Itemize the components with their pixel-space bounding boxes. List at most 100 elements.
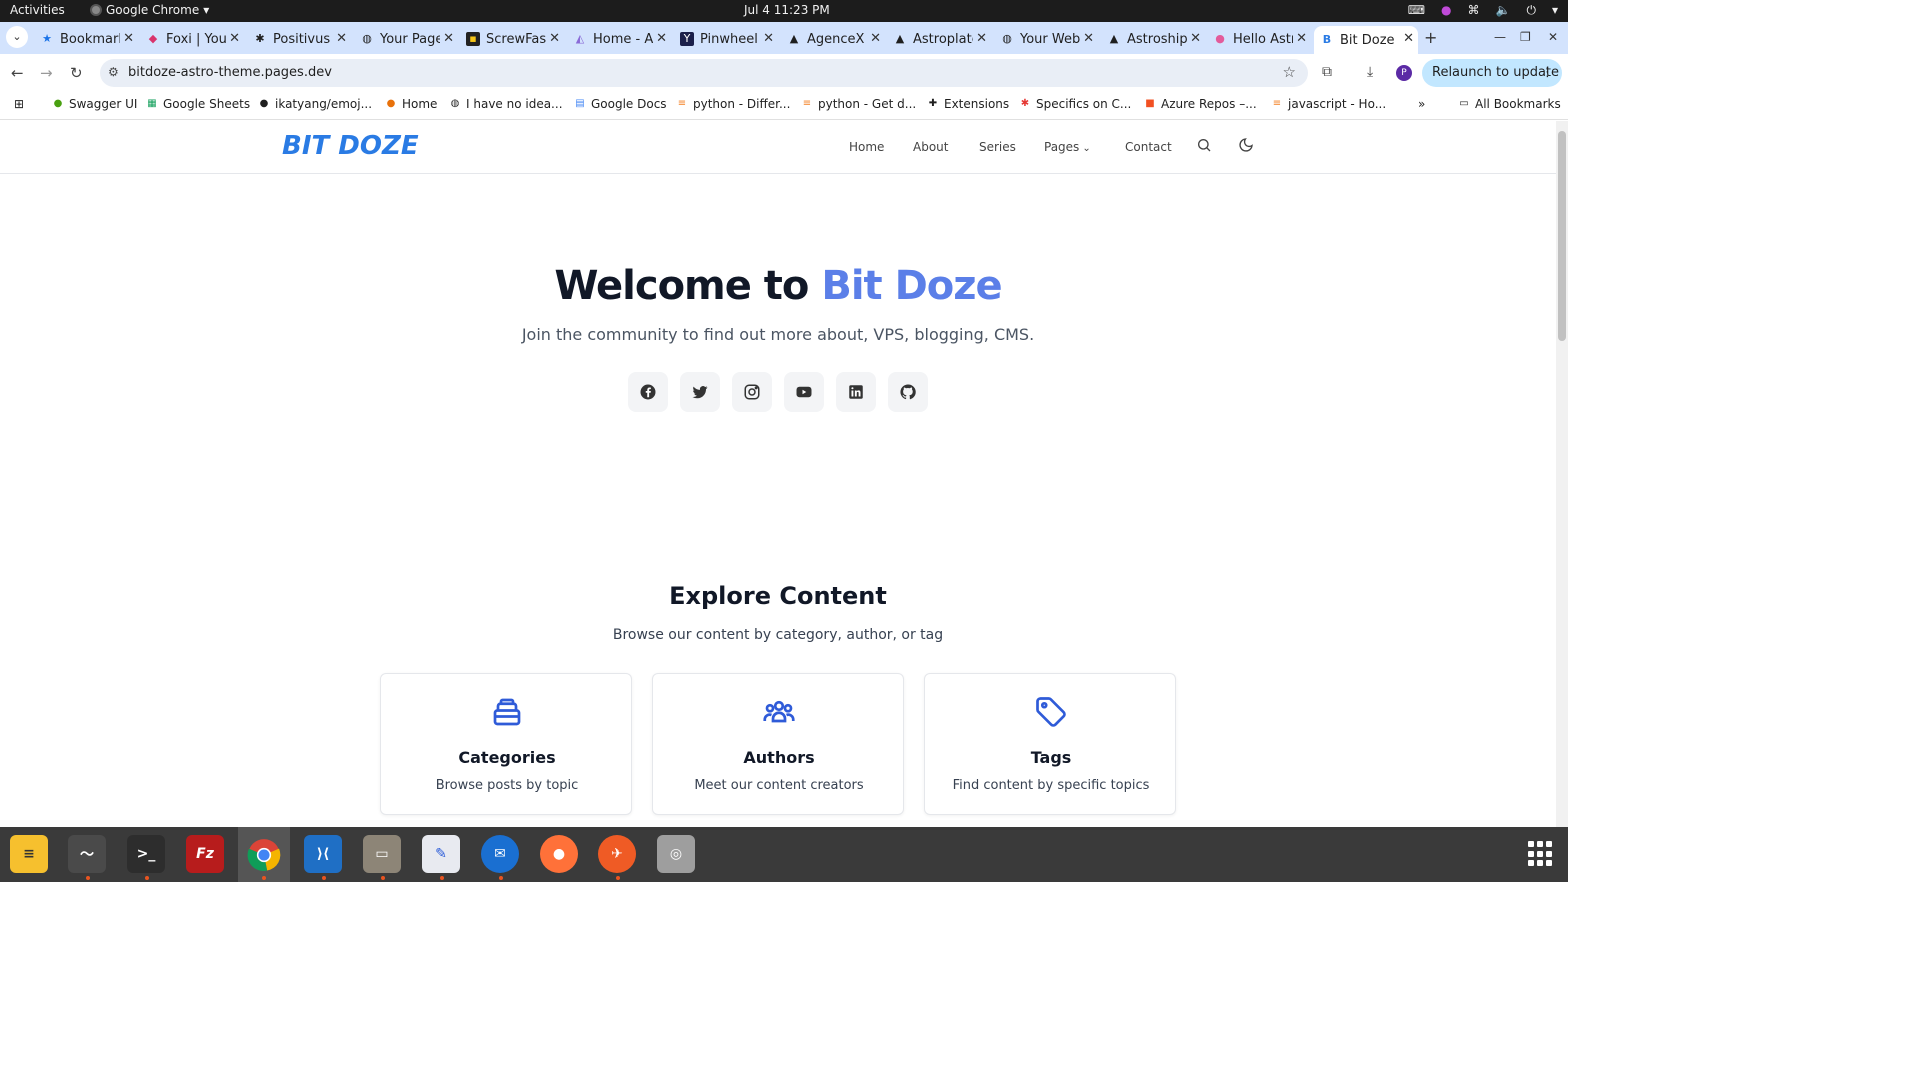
bookmark-star-icon[interactable]: ☆ <box>1283 63 1296 81</box>
site-info-icon[interactable]: ⚙ <box>108 65 119 79</box>
tab-hello-astro[interactable]: ● Hello Astro ✕ <box>1207 26 1311 52</box>
close-icon[interactable]: ✕ <box>870 31 881 46</box>
new-tab-button[interactable]: + <box>1424 28 1437 47</box>
bookmark-google-docs[interactable]: ▤ Google Docs <box>574 97 666 111</box>
page-scrollbar[interactable] <box>1556 121 1568 827</box>
relaunch-button[interactable]: Relaunch to update ⋮ <box>1422 59 1562 87</box>
linkedin-icon[interactable] <box>836 372 876 412</box>
filezilla-icon[interactable]: Fz <box>186 835 224 873</box>
close-icon[interactable]: ✕ <box>976 31 987 46</box>
bookmark-github-emoji[interactable]: ● ikatyang/emoj... <box>258 97 372 111</box>
close-icon[interactable]: ✕ <box>763 31 774 46</box>
close-icon[interactable]: ✕ <box>1296 31 1307 46</box>
bookmark-python-differ[interactable]: ≡ python - Differ... <box>676 97 791 111</box>
close-icon[interactable]: ✕ <box>123 31 134 46</box>
text-editor-icon[interactable]: ✎ <box>422 835 460 873</box>
bookmark-extensions[interactable]: ✚ Extensions <box>927 97 1009 111</box>
bookmark-javascript[interactable]: ≡ javascript - Ho... <box>1271 97 1386 111</box>
clock[interactable]: Jul 4 11:23 PM <box>744 3 830 17</box>
disk-icon[interactable]: ◎ <box>657 835 695 873</box>
chrome-dock-slot[interactable] <box>238 827 290 882</box>
tab-agencex[interactable]: ▲ AgenceX ✕ <box>781 26 885 52</box>
bookmark-specifics[interactable]: ✱ Specifics on C... <box>1019 97 1132 111</box>
minimize-icon[interactable]: — <box>1494 30 1506 44</box>
bookmark-home[interactable]: ● Home <box>385 97 438 111</box>
profile-tray-icon[interactable]: ● <box>1441 3 1451 18</box>
facebook-icon[interactable] <box>628 372 668 412</box>
thunderbird-icon[interactable]: ✉ <box>481 835 519 873</box>
activities-button[interactable]: Activities <box>10 3 65 17</box>
profile-avatar[interactable]: P <box>1396 65 1412 81</box>
close-icon[interactable]: ✕ <box>229 31 240 46</box>
more-vert-icon[interactable]: ⋮ <box>1541 59 1554 87</box>
tab-your-page[interactable]: ◍ Your Page ✕ <box>354 26 458 52</box>
nav-series[interactable]: Series <box>979 140 1016 154</box>
reload-icon[interactable]: ↻ <box>70 64 83 82</box>
terminal-icon[interactable]: >_ <box>127 835 165 873</box>
tab-bit-doze[interactable]: B Bit Doze ✕ <box>1314 26 1418 54</box>
bookmarks-overflow-button[interactable]: » <box>1418 97 1425 111</box>
card-tags[interactable]: Tags Find content by specific topics <box>924 673 1176 815</box>
tab-your-web[interactable]: ◍ Your Web ✕ <box>994 26 1098 52</box>
system-monitor-icon[interactable]: 〜 <box>68 835 106 873</box>
close-icon[interactable]: ✕ <box>336 31 347 46</box>
show-apps-icon[interactable] <box>1528 841 1554 867</box>
back-icon[interactable]: ← <box>11 64 24 82</box>
volume-icon[interactable]: 🔈 <box>1496 3 1511 18</box>
files-icon[interactable]: ▭ <box>363 835 401 873</box>
restore-icon[interactable]: ❐ <box>1520 30 1531 44</box>
card-categories[interactable]: Categories Browse posts by topic <box>380 673 632 815</box>
caret-down-icon[interactable]: ▾ <box>1552 3 1558 18</box>
vscode-icon[interactable]: ⟩⟨ <box>304 835 342 873</box>
search-icon[interactable] <box>1196 137 1212 157</box>
card-authors[interactable]: Authors Meet our content creators <box>652 673 904 815</box>
close-icon[interactable]: ✕ <box>656 31 667 46</box>
close-icon[interactable]: ✕ <box>549 31 560 46</box>
twitter-icon[interactable] <box>680 372 720 412</box>
postman-icon[interactable]: ✈ <box>598 835 636 873</box>
scrollbar-thumb[interactable] <box>1558 131 1566 341</box>
tab-search-button[interactable]: ⌄ <box>6 26 28 48</box>
close-icon[interactable]: ✕ <box>1083 31 1094 46</box>
notes-icon[interactable]: ≡ <box>10 835 48 873</box>
tab-pinwheel[interactable]: Y Pinwheel ✕ <box>674 26 778 52</box>
instagram-icon[interactable] <box>732 372 772 412</box>
site-logo[interactable]: BIT DOZE <box>282 131 419 161</box>
tab-positivus[interactable]: ✱ Positivus ✕ <box>247 26 351 52</box>
bookmark-python-get[interactable]: ≡ python - Get d... <box>801 97 916 111</box>
url-text[interactable]: bitdoze-astro-theme.pages.dev <box>128 65 332 80</box>
tab-screwfast[interactable]: ▪ ScrewFast ✕ <box>460 26 564 52</box>
power-icon[interactable]: ⏻ <box>1526 3 1536 18</box>
address-bar[interactable]: ⚙ bitdoze-astro-theme.pages.dev ☆ <box>100 59 1308 87</box>
close-icon[interactable]: ✕ <box>1403 31 1414 46</box>
download-icon[interactable]: ⤓ <box>1367 64 1373 80</box>
tab-bookmarks[interactable]: ★ Bookmarks ✕ <box>34 26 138 52</box>
network-icon[interactable]: ⌘ <box>1468 3 1480 18</box>
apps-icon[interactable]: ⊞ <box>14 97 24 111</box>
nav-about[interactable]: About <box>913 140 948 154</box>
bookmark-swagger[interactable]: ● Swagger UI <box>52 97 138 111</box>
nav-contact[interactable]: Contact <box>1125 140 1172 154</box>
close-window-icon[interactable]: ✕ <box>1548 30 1558 44</box>
app-menu[interactable]: Google Chrome ▾ <box>90 3 209 17</box>
github-icon[interactable] <box>888 372 928 412</box>
tab-foxi[interactable]: ◆ Foxi | Your ✕ <box>140 26 244 52</box>
all-bookmarks-button[interactable]: ▭ All Bookmarks <box>1458 97 1560 111</box>
forward-icon[interactable]: → <box>40 64 53 82</box>
system-tray[interactable]: ⌨ ● ⌘ 🔈 ⏻ ▾ <box>1408 3 1558 18</box>
bookmark-no-idea[interactable]: ◍ I have no idea... <box>449 97 563 111</box>
input-method-icon[interactable]: ⌨ <box>1408 3 1425 18</box>
bookmark-google-sheets[interactable]: ▦ Google Sheets <box>146 97 250 111</box>
tab-astroplate[interactable]: ▲ Astroplate ✕ <box>887 26 991 52</box>
extensions-icon[interactable]: ⧉ <box>1322 64 1332 80</box>
tab-astroship[interactable]: ▲ Astroship ✕ <box>1101 26 1205 52</box>
nav-pages[interactable]: Pages ⌄ <box>1044 140 1091 154</box>
close-icon[interactable]: ✕ <box>1190 31 1201 46</box>
bookmark-azure-repos[interactable]: ■ Azure Repos –... <box>1144 97 1256 111</box>
firefox-icon[interactable]: ● <box>540 835 578 873</box>
close-icon[interactable]: ✕ <box>443 31 454 46</box>
tab-home-astro[interactable]: ◭ Home - Astro ✕ <box>567 26 671 52</box>
nav-home[interactable]: Home <box>849 140 884 154</box>
dark-mode-icon[interactable] <box>1238 137 1254 157</box>
youtube-icon[interactable] <box>784 372 824 412</box>
